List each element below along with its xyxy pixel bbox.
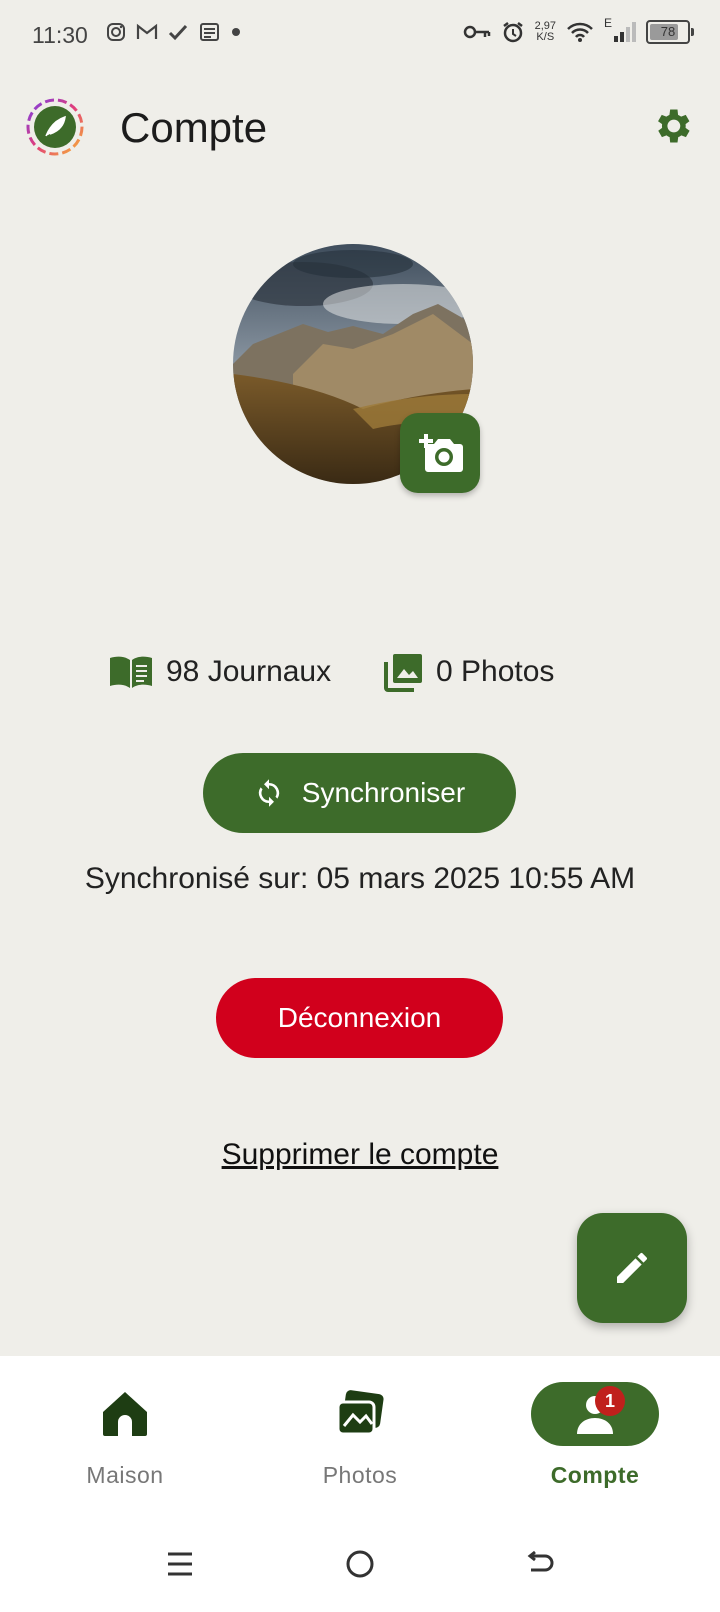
pencil-icon [617, 1253, 647, 1283]
sync-button[interactable]: Synchroniser [203, 753, 516, 833]
photos-count: 0 Photos [436, 655, 555, 688]
page-title: Compte [120, 104, 268, 151]
circle-icon [346, 1550, 374, 1578]
edit-fab[interactable] [577, 1213, 687, 1323]
key-icon [463, 25, 490, 39]
gear-icon [658, 109, 690, 143]
photos-icon [336, 1390, 384, 1436]
system-navigation-bar [0, 1516, 720, 1612]
menu-icon [168, 1552, 192, 1576]
nav-label-photos: Photos [322, 1462, 398, 1488]
status-time: 11:30 [32, 22, 88, 48]
photo-library-icon [384, 654, 422, 692]
status-bar: 11:30 2,97 K/S E 78 [0, 0, 720, 72]
journals-stat: 98 Journaux [108, 650, 331, 694]
gmail-icon [136, 23, 158, 39]
system-icons: 2,97 K/S E 78 [463, 16, 694, 44]
logout-button-label: Déconnexion [277, 1002, 442, 1033]
journals-count: 98 Journaux [166, 655, 332, 688]
alarm-icon [502, 22, 523, 43]
app-logo [26, 98, 84, 156]
nav-icon-container [296, 1382, 424, 1446]
notification-badge: 1 [595, 1386, 625, 1416]
wifi-icon [567, 22, 593, 42]
recent-apps-button[interactable] [156, 1540, 204, 1588]
settings-button[interactable] [650, 104, 694, 148]
logout-button[interactable]: Déconnexion [216, 978, 503, 1058]
delete-account-link[interactable]: Supprimer le compte [0, 1138, 720, 1172]
nav-label-compte: Compte [550, 1462, 640, 1488]
cell-signal: E [604, 16, 636, 44]
nav-item-compte[interactable]: 1 Compte [475, 1356, 715, 1516]
nav-icon-container-active: 1 [531, 1382, 659, 1446]
back-button[interactable] [516, 1540, 564, 1588]
last-sync-text: Synchronisé sur: 05 mars 2025 10:55 AM [84, 862, 636, 895]
notification-icons [106, 22, 242, 42]
sync-button-label: Synchroniser [301, 777, 466, 808]
change-photo-button[interactable] [400, 413, 480, 493]
news-icon [200, 23, 219, 41]
check-icon [168, 24, 188, 41]
add-photo-icon [419, 434, 463, 472]
sync-icon [258, 779, 279, 807]
nav-icon-container [61, 1382, 189, 1446]
bottom-navigation: Maison Photos 1 Compte [0, 1356, 720, 1516]
book-icon [110, 656, 152, 688]
home-icon [103, 1392, 147, 1436]
battery-indicator: 78 [646, 20, 694, 44]
dot-icon [232, 28, 240, 36]
instagram-icon [107, 23, 125, 41]
back-arrow-icon [527, 1550, 554, 1572]
nav-item-photos[interactable]: Photos [240, 1356, 480, 1516]
photos-stat: 0 Photos [384, 650, 554, 694]
home-system-button[interactable] [336, 1540, 384, 1588]
nav-item-maison[interactable]: Maison [5, 1356, 245, 1516]
nav-label-maison: Maison [86, 1462, 164, 1488]
network-speed: 2,97 K/S [534, 20, 556, 43]
